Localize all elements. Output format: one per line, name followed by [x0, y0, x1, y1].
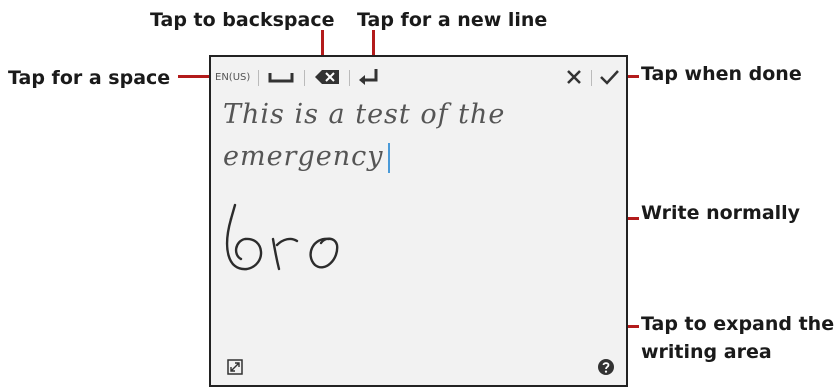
writing-area[interactable] — [211, 187, 626, 337]
callout-write: Write normally — [641, 202, 801, 224]
enter-icon[interactable] — [354, 57, 384, 97]
separator — [258, 70, 259, 86]
separator — [591, 70, 592, 86]
help-icon[interactable] — [597, 358, 615, 376]
close-icon[interactable] — [562, 57, 586, 97]
recognized-text-line1: This is a test of the — [223, 99, 506, 130]
language-label[interactable]: EN(US) — [215, 57, 250, 97]
space-key-icon[interactable] — [263, 57, 299, 97]
handwriting-panel[interactable]: EN(US) This is a test of the emergency — [209, 55, 628, 387]
recognized-text-line2: emergency — [223, 141, 390, 173]
backspace-icon[interactable] — [309, 57, 345, 97]
separator — [349, 70, 350, 86]
recognized-text-word: emergency — [223, 141, 384, 172]
callout-expand-line2: writing area — [641, 341, 772, 363]
checkmark-icon[interactable] — [595, 57, 623, 97]
separator — [304, 70, 305, 86]
callout-space: Tap for a space — [8, 67, 171, 89]
handwriting-ink — [225, 203, 339, 271]
callout-new-line: Tap for a new line — [357, 9, 548, 31]
expand-icon[interactable] — [227, 359, 243, 375]
handwriting-toolbar: EN(US) — [211, 57, 626, 97]
text-caret — [387, 142, 390, 173]
callout-backspace: Tap to backspace — [150, 9, 335, 31]
callout-expand-line1: Tap to expand the — [641, 313, 835, 335]
callout-done: Tap when done — [641, 63, 802, 85]
